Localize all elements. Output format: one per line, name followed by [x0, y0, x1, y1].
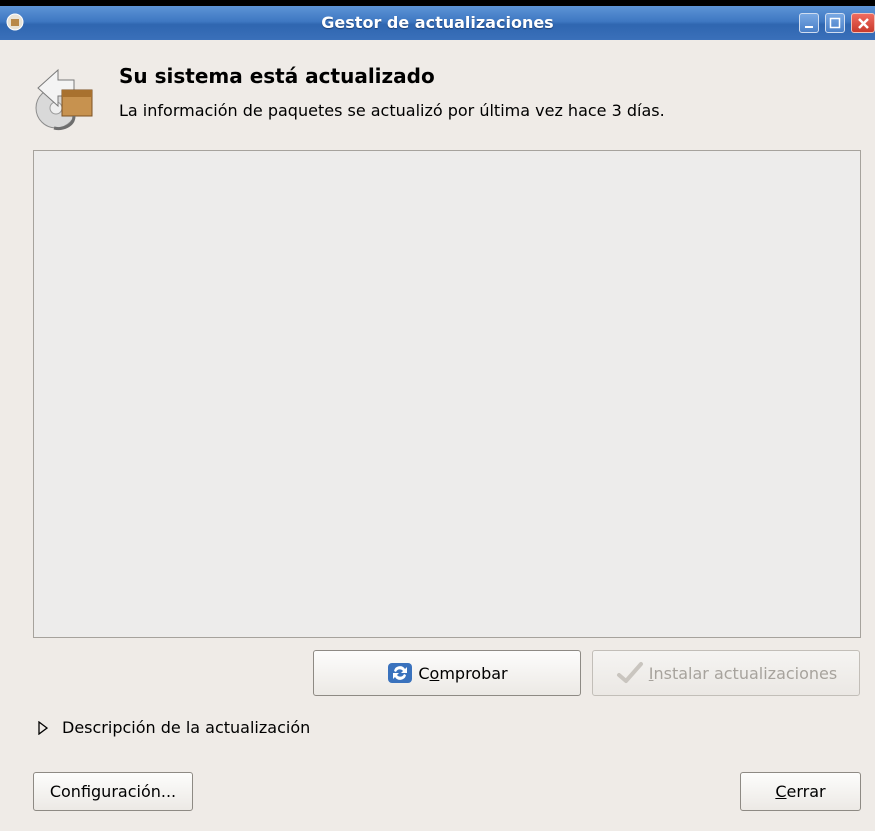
updates-list[interactable] — [33, 150, 861, 638]
status-message: La información de paquetes se actualizó … — [119, 101, 665, 120]
status-headline: Su sistema está actualizado — [119, 64, 435, 88]
check-button[interactable]: Co mprobar — [313, 650, 581, 696]
update-package-icon — [35, 68, 93, 130]
expander-arrow-icon — [38, 720, 48, 735]
update-manager-window: Gestor de actualizaciones Su sistema est… — [0, 6, 875, 831]
check-button-prefix: C — [418, 663, 430, 683]
minimize-icon — [805, 26, 813, 28]
maximize-button[interactable] — [825, 13, 845, 33]
refresh-icon — [388, 663, 413, 683]
close-button[interactable]: Cerrar — [740, 772, 861, 811]
maximize-icon — [829, 17, 841, 29]
close-button-mnemonic: C — [775, 782, 787, 801]
install-updates-button[interactable]: Instalar actualizaciones — [592, 650, 860, 696]
check-button-mnemonic: o — [429, 663, 440, 683]
close-icon — [858, 18, 869, 29]
expander-label: Descripción de la actualización — [62, 718, 311, 737]
settings-button-label: Configuración... — [49, 782, 177, 801]
close-button-label: errar — [786, 782, 826, 801]
install-button-label: nstalar actualizaciones — [653, 663, 838, 683]
title-bar[interactable]: Gestor de actualizaciones — [0, 6, 875, 40]
minimize-button[interactable] — [799, 13, 819, 33]
window-title: Gestor de actualizaciones — [321, 13, 554, 32]
checkmark-icon — [616, 662, 643, 683]
settings-button[interactable]: Configuración... — [33, 772, 193, 811]
close-window-button[interactable] — [851, 13, 875, 33]
check-button-label: mprobar — [439, 663, 508, 683]
update-description-expander[interactable]: Descripción de la actualización — [38, 718, 310, 737]
